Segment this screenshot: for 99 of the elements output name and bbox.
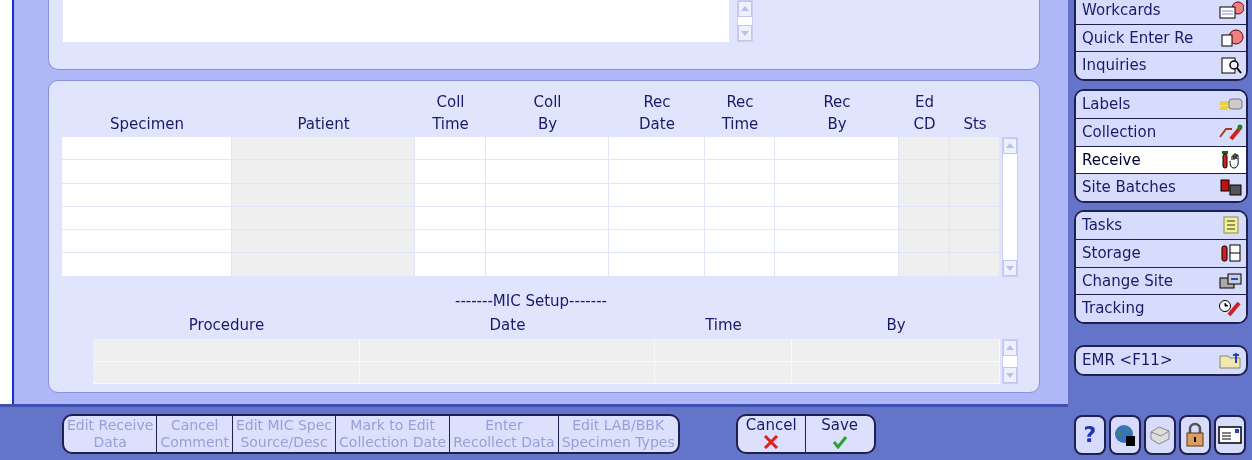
close-icon	[763, 434, 780, 449]
table-cell[interactable]	[232, 160, 415, 183]
table-cell[interactable]	[232, 206, 415, 230]
comment-field[interactable]	[63, 0, 729, 42]
card-icon	[1218, 0, 1244, 19]
scrollbar[interactable]	[1002, 339, 1018, 384]
table-cell[interactable]	[705, 230, 775, 253]
column-header: Coll By	[532, 92, 563, 135]
table-cell[interactable]	[232, 137, 415, 160]
table-cell[interactable]	[775, 206, 899, 230]
column-header: Procedure	[188, 316, 265, 334]
sidebar-item[interactable]: Receive	[1076, 145, 1246, 173]
scroll-up-icon[interactable]	[1003, 340, 1017, 356]
table-cell[interactable]	[62, 206, 232, 230]
toolbar-button[interactable]	[1144, 415, 1176, 455]
table-cell[interactable]	[486, 253, 609, 276]
scroll-down-icon[interactable]	[738, 25, 752, 41]
table-cell[interactable]	[62, 253, 232, 276]
sidebar-item[interactable]: Tracking	[1076, 294, 1246, 322]
table-cell[interactable]	[899, 160, 950, 183]
table-cell[interactable]	[232, 253, 415, 276]
table-cell[interactable]	[486, 160, 609, 183]
scroll-up-icon[interactable]	[1003, 138, 1017, 154]
column-header: Time	[705, 316, 742, 334]
column-header: Rec By	[822, 92, 852, 135]
globe-icon	[1113, 423, 1137, 447]
sidebar-item[interactable]: Site Batches	[1076, 173, 1246, 201]
table-cell[interactable]	[899, 253, 950, 276]
table-cell[interactable]	[486, 137, 609, 160]
help-icon: ?	[1083, 424, 1097, 446]
table-cell[interactable]	[899, 230, 950, 253]
table-cell[interactable]	[486, 206, 609, 230]
column-header: Rec Time	[720, 92, 760, 135]
table-cell[interactable]	[62, 160, 232, 183]
table-cell[interactable]	[899, 183, 950, 206]
tubes-and-box-icon	[1218, 178, 1244, 197]
table-cell[interactable]	[232, 183, 415, 206]
table-cell[interactable]	[775, 253, 899, 276]
table-cell[interactable]	[609, 137, 705, 160]
table-cell[interactable]	[609, 253, 705, 276]
lock-icon	[1184, 422, 1206, 448]
toolbar-button[interactable]	[1214, 415, 1246, 455]
table-cell[interactable]	[415, 160, 486, 183]
table-cell[interactable]	[705, 160, 775, 183]
column-header: Coll Time	[431, 92, 470, 135]
table-cell[interactable]	[775, 160, 899, 183]
message-card-icon	[1217, 424, 1243, 446]
column-header: Patient	[296, 114, 351, 135]
column-header: Specimen	[108, 114, 185, 135]
folder-icon	[1218, 351, 1244, 370]
table-cell[interactable]	[415, 137, 486, 160]
scroll-up-icon[interactable]	[738, 1, 752, 17]
computer-transfer-icon	[1218, 271, 1244, 290]
table-cell[interactable]	[62, 137, 232, 160]
table-cell[interactable]	[232, 230, 415, 253]
table-cell[interactable]	[705, 253, 775, 276]
table-cell[interactable]	[609, 160, 705, 183]
column-header: Date	[489, 316, 526, 334]
sidebar-item[interactable]: EMR <F11>	[1076, 346, 1246, 374]
table-cell[interactable]	[609, 206, 705, 230]
table-cell[interactable]	[415, 183, 486, 206]
table-cell[interactable]	[486, 183, 609, 206]
table-cell[interactable]	[775, 230, 899, 253]
table-cell[interactable]	[775, 137, 899, 160]
tube-and-cabinet-icon	[1218, 244, 1244, 263]
column-header: Rec Date	[638, 92, 676, 135]
table-cell[interactable]	[705, 183, 775, 206]
scrollbar[interactable]	[1002, 137, 1018, 277]
table-cell[interactable]	[415, 230, 486, 253]
table-cell[interactable]	[62, 183, 232, 206]
scrollbar[interactable]	[737, 0, 753, 42]
sidebar-item[interactable]: Inquiries	[1076, 51, 1246, 79]
document-icon	[1218, 28, 1244, 47]
table-cell[interactable]	[62, 230, 232, 253]
table-cell[interactable]	[705, 206, 775, 230]
table-cell[interactable]	[415, 206, 486, 230]
column-header: By	[886, 316, 906, 334]
confirm-button[interactable]: Cancel	[737, 415, 806, 452]
check-icon	[831, 434, 848, 449]
scroll-down-icon[interactable]	[1003, 367, 1017, 383]
bed-and-tube-icon	[1218, 123, 1244, 142]
toolbar-button[interactable]	[1179, 415, 1211, 455]
table-cell[interactable]	[609, 230, 705, 253]
confirm-button[interactable]: Save	[805, 415, 874, 452]
toolbar-button[interactable]	[1109, 415, 1141, 455]
table-cell[interactable]	[899, 206, 950, 230]
column-header: Ed CD	[912, 92, 937, 135]
table-cell[interactable]	[486, 230, 609, 253]
table-cell[interactable]	[899, 137, 950, 160]
section-title: -------MIC Setup-------	[454, 292, 607, 310]
toolbar-button[interactable]: ?	[1074, 415, 1106, 455]
scroll-down-icon[interactable]	[1003, 260, 1017, 276]
column-header: Sts	[962, 114, 988, 135]
search-icon	[1218, 56, 1244, 75]
table-cell[interactable]	[705, 137, 775, 160]
table-cell[interactable]	[775, 183, 899, 206]
printer-icon	[1147, 424, 1173, 446]
table-cell[interactable]	[415, 253, 486, 276]
table-cell[interactable]	[609, 183, 705, 206]
